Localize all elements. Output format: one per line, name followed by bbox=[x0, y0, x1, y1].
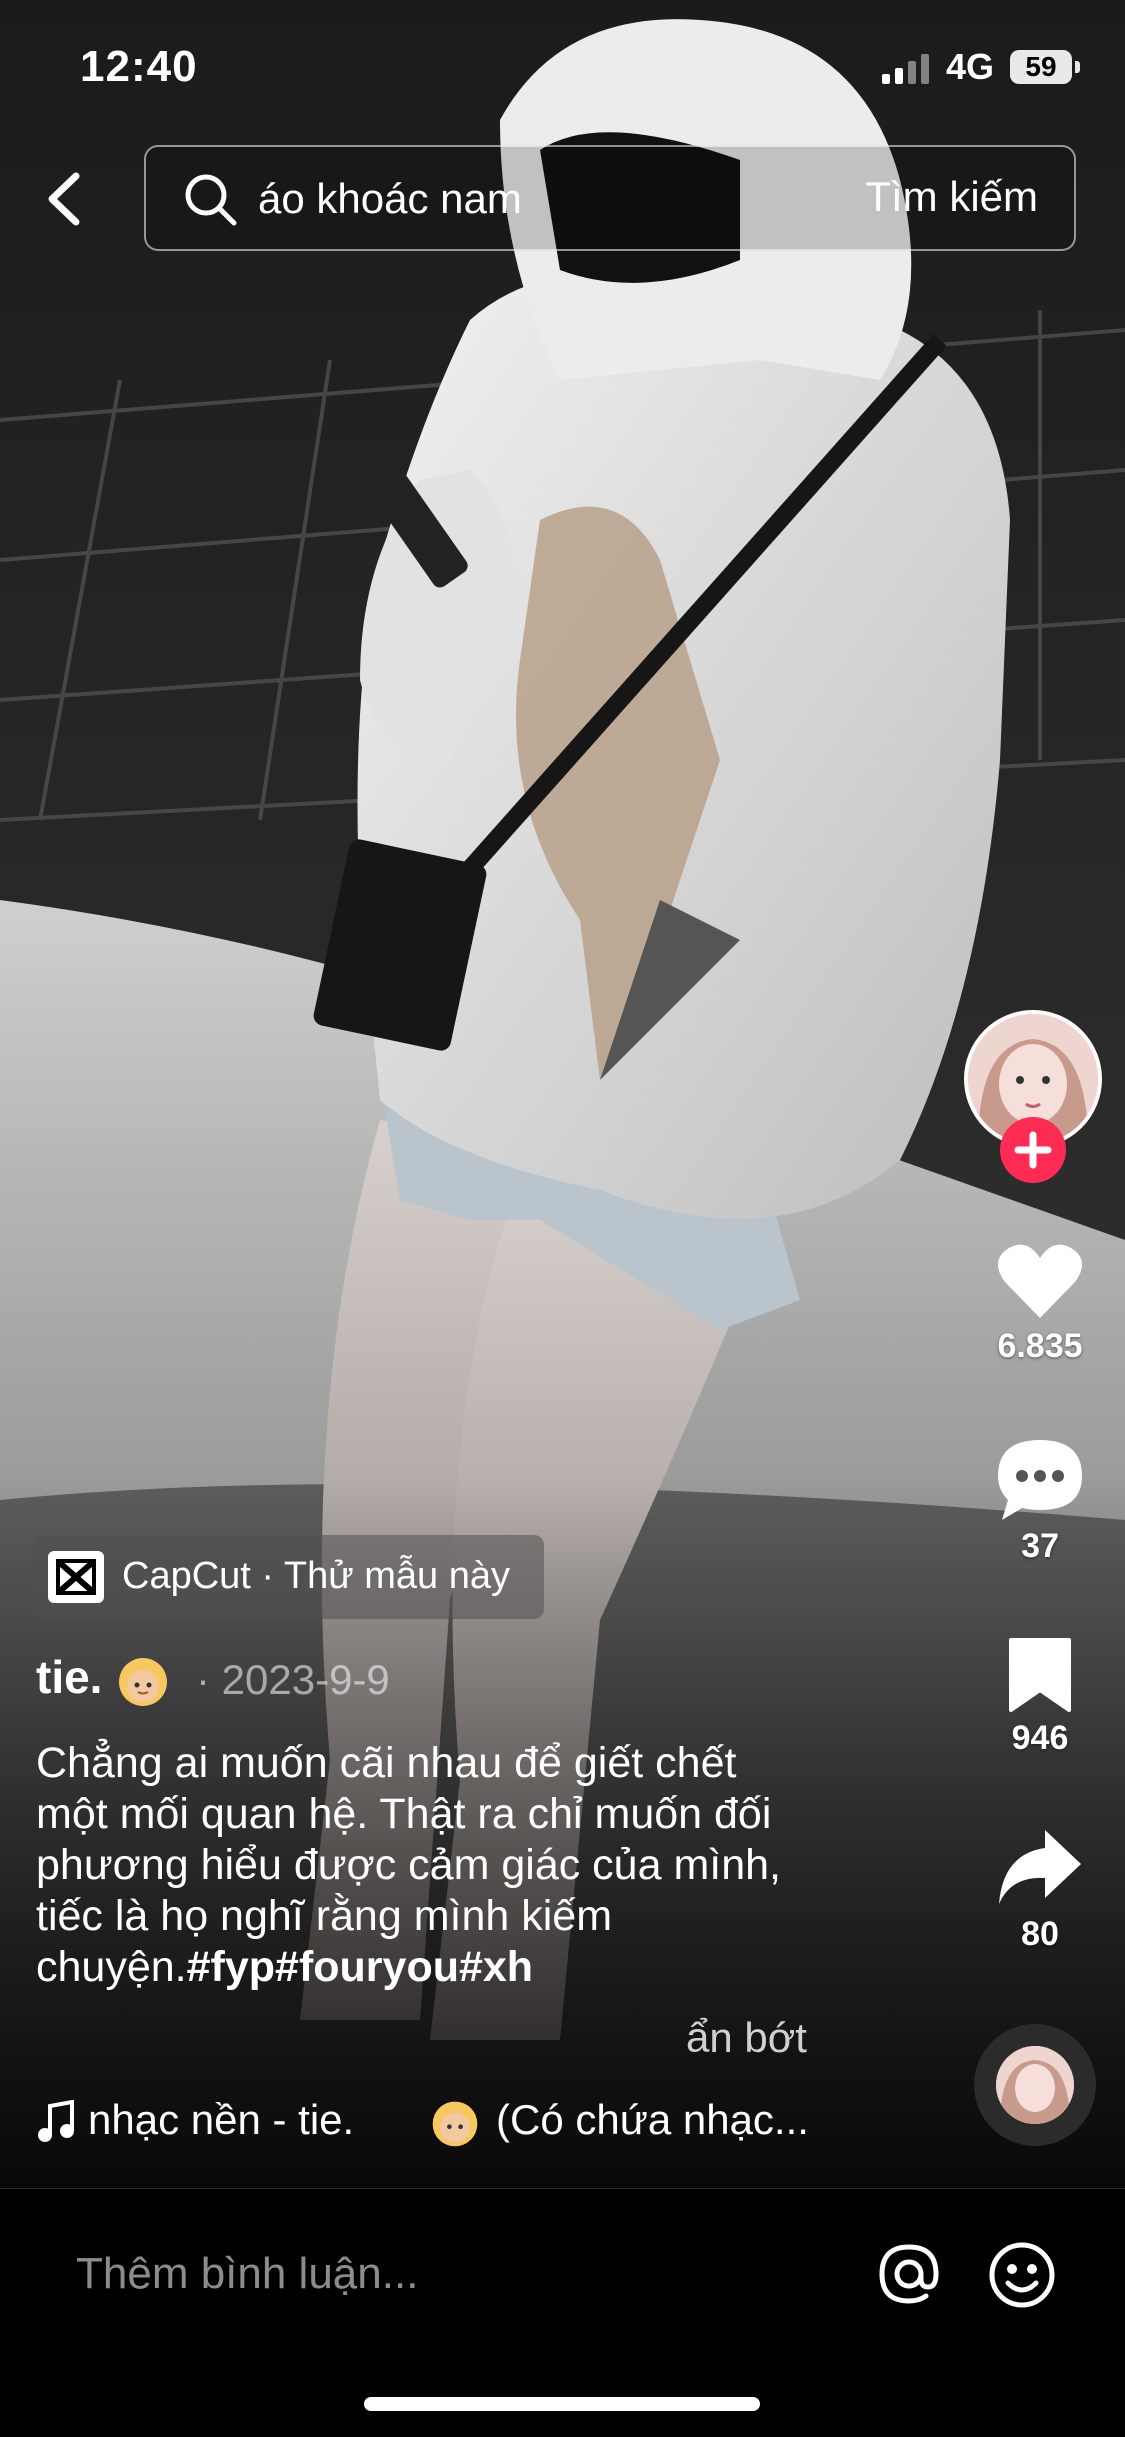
comment-count: 37 bbox=[1021, 1527, 1059, 1565]
status-time: 12:40 bbox=[80, 42, 198, 91]
cellular-signal-icon bbox=[882, 54, 929, 84]
plus-icon bbox=[1014, 1131, 1052, 1169]
battery-indicator: 59 bbox=[1010, 50, 1072, 84]
bookmark-button[interactable]: 946 bbox=[970, 1634, 1110, 1758]
like-button[interactable]: 6.835 bbox=[970, 1242, 1110, 1366]
music-disc-cover bbox=[996, 2046, 1074, 2124]
status-bar: 12:40 4G 59 bbox=[0, 0, 1125, 140]
at-icon[interactable] bbox=[874, 2239, 944, 2309]
network-type: 4G bbox=[946, 46, 995, 87]
comment-button[interactable]: 37 bbox=[970, 1436, 1110, 1566]
share-count: 80 bbox=[1021, 1915, 1059, 1953]
capcut-label: CapCut · Thử mẫu này bbox=[122, 1555, 511, 1597]
caption-hashtags[interactable]: #fyp#fouryou#xh bbox=[187, 1943, 533, 1991]
comment-bar: Thêm bình luận... bbox=[0, 2188, 1125, 2437]
capcut-template-link[interactable]: CapCut · Thử mẫu này bbox=[34, 1535, 544, 1619]
like-count: 6.835 bbox=[997, 1327, 1083, 1365]
music-title: nhạc nền - tie. bbox=[88, 2096, 355, 2143]
music-subtitle: (Có chứa nhạc... bbox=[496, 2096, 809, 2143]
heart-icon bbox=[997, 1244, 1083, 1318]
post-date: · 2023-9-9 bbox=[196, 1656, 390, 1703]
follow-button[interactable] bbox=[1000, 1117, 1066, 1183]
emoji-icon[interactable] bbox=[986, 2239, 1058, 2311]
battery-tip bbox=[1075, 61, 1080, 73]
share-button[interactable]: 80 bbox=[970, 1826, 1110, 1954]
show-less-button[interactable]: ẩn bớt bbox=[686, 2014, 807, 2062]
comment-icon bbox=[998, 1440, 1082, 1520]
bookmark-count: 946 bbox=[1011, 1719, 1069, 1757]
capcut-logo-icon bbox=[48, 1551, 104, 1603]
home-indicator[interactable] bbox=[364, 2397, 760, 2411]
comment-input[interactable]: Thêm bình luận... bbox=[76, 2249, 418, 2299]
music-cover-photo bbox=[996, 2046, 1074, 2124]
post-caption[interactable]: Chẳng ai muốn cãi nhau để giết chết một … bbox=[36, 1738, 816, 1993]
chevron-left-icon bbox=[48, 172, 80, 226]
search-bar[interactable]: áo khoác nam Tìm kiếm bbox=[144, 145, 1076, 251]
bookmark-icon bbox=[1009, 1638, 1071, 1712]
author-name[interactable]: tie. bbox=[36, 1650, 102, 1704]
search-query-text[interactable]: áo khoác nam bbox=[258, 175, 522, 223]
music-note-icon bbox=[38, 2100, 74, 2142]
share-icon bbox=[999, 1830, 1081, 1904]
search-submit-button[interactable]: Tìm kiếm bbox=[865, 173, 1038, 221]
music-disc[interactable] bbox=[974, 2024, 1096, 2146]
back-button[interactable] bbox=[36, 164, 96, 234]
person-blond-emoji-icon bbox=[119, 1658, 167, 1706]
search-icon bbox=[185, 174, 237, 226]
person-blond-emoji-icon bbox=[432, 2101, 478, 2147]
